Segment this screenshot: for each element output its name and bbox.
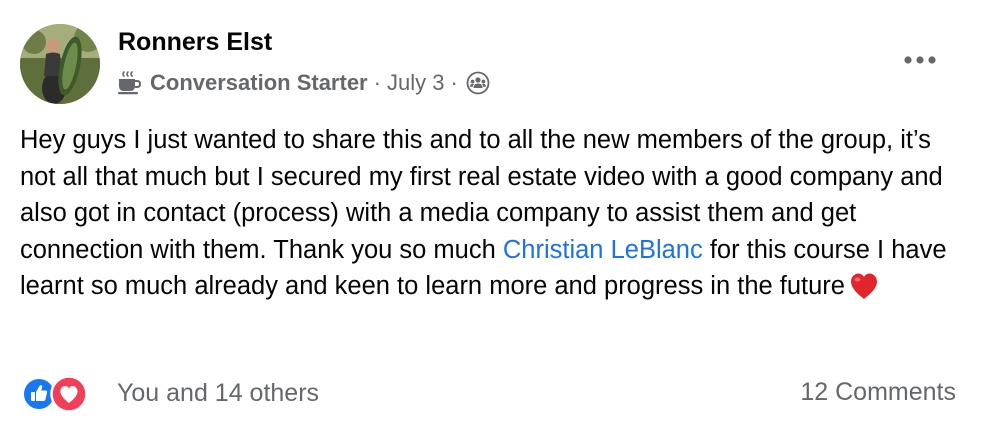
post-date[interactable]: July 3 (387, 70, 444, 96)
reaction-icons (22, 375, 100, 413)
post-card: Ronners Elst Conversation Starter · July… (0, 0, 984, 429)
comments-count-link[interactable]: 12 Comments (800, 378, 956, 407)
mention-link[interactable]: Christian LeBlanc (503, 236, 703, 264)
group-members-icon[interactable] (466, 71, 490, 95)
coffee-cup-icon (116, 70, 142, 96)
meta-separator: · (450, 70, 458, 95)
author-avatar[interactable] (20, 24, 100, 104)
member-badge-label[interactable]: Conversation Starter (150, 70, 368, 96)
more-options-icon (904, 56, 936, 64)
reaction-summary-text: You and 14 others (117, 378, 320, 407)
meta-separator: · (373, 70, 381, 95)
red-heart-emoji (849, 272, 879, 300)
more-options-button[interactable] (896, 44, 944, 76)
post-meta: Conversation Starter · July 3 · (116, 68, 490, 98)
reactions-summary[interactable]: You and 14 others (22, 375, 320, 413)
avatar-photo (20, 24, 100, 104)
love-reaction-icon (50, 375, 88, 413)
author-name[interactable]: Ronners Elst (118, 28, 272, 57)
post-body: Hey guys I just wanted to share this and… (20, 122, 965, 305)
